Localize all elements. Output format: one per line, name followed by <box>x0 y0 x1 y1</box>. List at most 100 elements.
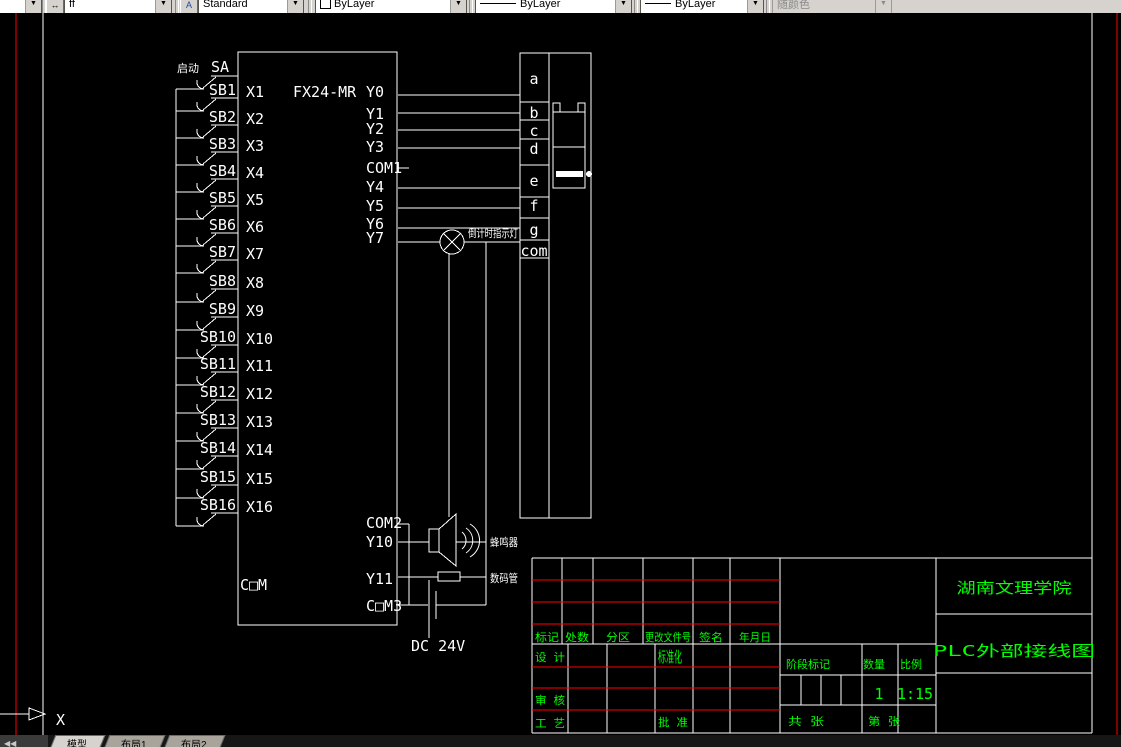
switch-label: SA <box>211 58 229 76</box>
tab-model[interactable]: 模型 <box>48 735 106 747</box>
revision-header: 更改文件号 <box>645 630 691 644</box>
terminal-strip: a b c d e f g com <box>519 52 592 519</box>
text-style-value: Standard <box>203 0 248 10</box>
linetype-control-combobox[interactable]: ByLayer ▼ <box>475 0 632 13</box>
tab-label: 布局2 <box>180 740 207 747</box>
dc-power-supply: DC 24V <box>398 580 486 655</box>
toolbar-separator <box>766 0 770 13</box>
text-style-icon[interactable]: A <box>180 0 198 13</box>
digital-tube-label: 数码管 <box>490 571 518 585</box>
switch-label: SB9 <box>209 300 236 318</box>
tab-label: 模型 <box>67 740 87 747</box>
switch-label: SB1 <box>209 81 236 99</box>
revision-header: 分区 <box>606 631 630 644</box>
input-pin-label: X2 <box>246 110 264 128</box>
terminal-label: d <box>529 140 538 158</box>
switch-label: SB5 <box>209 189 236 207</box>
output-pin-label: Y10 <box>366 533 393 551</box>
input-pin-label: X13 <box>246 413 273 431</box>
input-pin-label: X1 <box>246 83 264 101</box>
sheet-no-label: 第 张 <box>868 714 900 728</box>
process-label: 工 艺 <box>535 717 565 730</box>
standardization-label: 标准化 <box>658 648 682 666</box>
text-style-combobox[interactable]: Standard ▼ <box>198 0 304 13</box>
terminal-label: f <box>529 197 538 215</box>
toolbar-separator <box>308 0 312 13</box>
switch-label: SB2 <box>209 108 236 126</box>
total-sheets-label: 共 张 <box>788 715 824 728</box>
dim-style-value: ff <box>69 0 75 10</box>
switch-label: SB8 <box>209 272 236 290</box>
revision-header: 标记 <box>535 630 559 644</box>
quantity-label: 数量 <box>863 658 885 671</box>
output-pin-label: Y5 <box>366 197 384 215</box>
input-row: SB2 X2 <box>176 108 264 139</box>
revision-header: 处数 <box>565 631 589 644</box>
input-row: SB9 X9 <box>176 300 264 331</box>
toolbar-separator <box>469 0 473 13</box>
input-row: SB13 X13 <box>176 411 273 442</box>
input-row: SB10 X10 <box>176 328 273 359</box>
color-swatch <box>320 0 331 9</box>
input-pin-label: X9 <box>246 302 264 320</box>
dim-style-icon[interactable]: ↔ <box>46 0 64 13</box>
linetype-control-value: ByLayer <box>520 0 561 10</box>
chevron-down-icon[interactable]: ▼ <box>287 0 303 13</box>
color-control-value: ByLayer <box>334 0 375 10</box>
input-pin-label: X8 <box>246 274 264 292</box>
input-row: SB1 X1 <box>176 81 264 112</box>
tab-label: 布局1 <box>121 740 147 747</box>
input-pin-label: X16 <box>246 498 273 516</box>
terminal-label: g <box>529 221 538 239</box>
start-label: 启动 <box>177 62 199 75</box>
switch-label: SB3 <box>209 135 236 153</box>
lineweight-control-combobox[interactable]: ByLayer ▼ <box>640 0 764 13</box>
lamp-label: 倒计时指示灯 <box>468 226 518 240</box>
input-pin-label: X6 <box>246 218 264 236</box>
indicator-lamp: 倒计时指示灯 <box>439 226 518 255</box>
input-pin-label: X15 <box>246 470 273 488</box>
tab-layout2[interactable]: 布局2 <box>162 735 225 747</box>
switch-label: SB7 <box>209 243 236 261</box>
terminal-label: e <box>529 172 538 190</box>
chevron-down-icon[interactable]: ▼ <box>615 0 631 13</box>
ucs-icon: X <box>0 707 65 729</box>
lineweight-control-value: ByLayer <box>675 0 716 10</box>
tab-layout1[interactable]: 布局1 <box>102 735 165 747</box>
output-pin-label: Y3 <box>366 138 384 156</box>
output-pin-label: Y11 <box>366 570 393 588</box>
drawing-canvas[interactable]: FX24-MR C□M 启动 SA SB1 X1 SB2 X2 SB3 X3 S… <box>0 13 1121 736</box>
input-row: SB8 X8 <box>176 272 264 303</box>
input-row: SB3 X3 <box>176 135 264 166</box>
input-pin-label: X7 <box>246 245 264 263</box>
input-row: SB6 X6 <box>176 216 264 247</box>
layer-control-combobox[interactable]: ▼ <box>0 0 42 13</box>
output-wires <box>398 94 520 605</box>
terminal-label: com <box>520 242 547 260</box>
chevron-down-icon[interactable]: ▼ <box>155 0 171 13</box>
toolbar-separator <box>634 0 638 13</box>
input-com-label: C□M <box>240 576 267 594</box>
input-row: SB14 X14 <box>176 439 273 470</box>
switch-label: SB14 <box>200 439 236 457</box>
output-pin-label: C□M3 <box>366 597 402 615</box>
plot-style-combobox: 随颜色 ▼ <box>772 0 892 13</box>
paper-frame <box>15 13 1118 736</box>
organization-name: 湖南文理学院 <box>957 579 1072 597</box>
power-label: DC 24V <box>411 637 465 655</box>
chevron-down-icon[interactable]: ▼ <box>747 0 763 13</box>
input-pin-label: X11 <box>246 357 273 375</box>
scale-value: 1:15 <box>897 685 933 703</box>
chevron-down-icon[interactable]: ▼ <box>25 0 41 13</box>
tab-scroll-buttons[interactable]: ◀◀ <box>0 735 48 747</box>
switch-label: SB4 <box>209 162 236 180</box>
switch-label: SB13 <box>200 411 236 429</box>
output-pin-label: Y2 <box>366 120 384 138</box>
chevron-down-icon[interactable]: ▼ <box>450 0 466 13</box>
color-control-combobox[interactable]: ByLayer ▼ <box>315 0 467 13</box>
toolbar-separator <box>175 0 179 13</box>
plot-style-value: 随颜色 <box>777 0 810 11</box>
output-pin-label: COM1 <box>366 159 402 177</box>
stage-mark-label: 阶段标记 <box>786 657 830 671</box>
dim-style-combobox[interactable]: ff ▼ <box>64 0 172 13</box>
